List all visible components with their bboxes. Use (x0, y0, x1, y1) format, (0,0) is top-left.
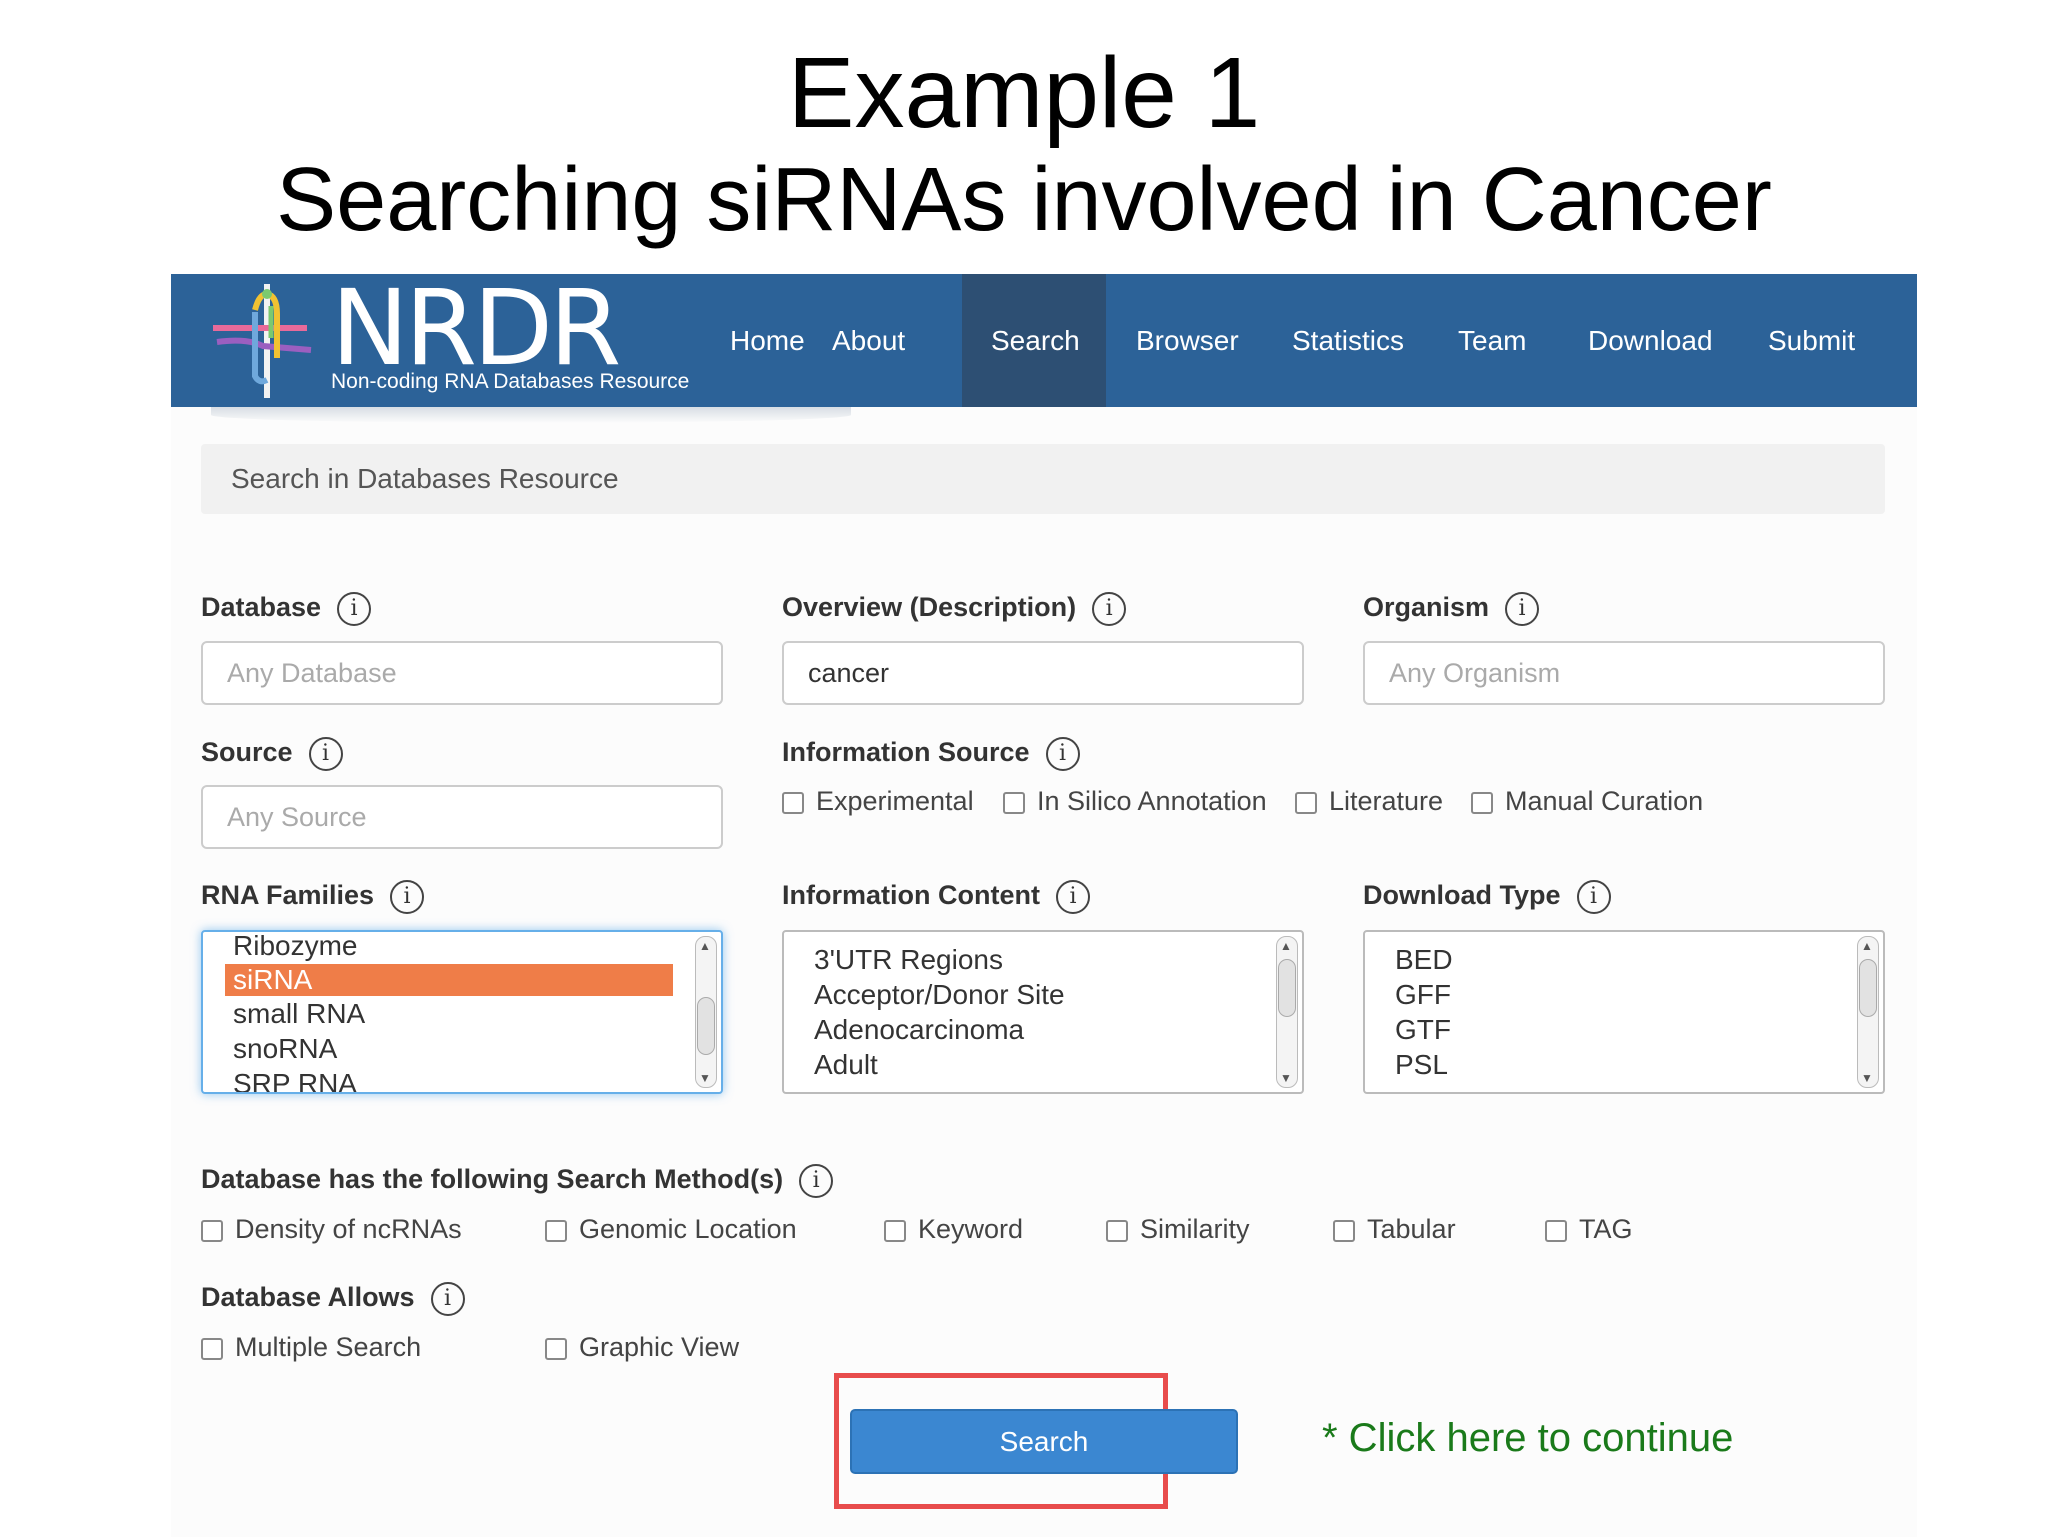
info-content-select[interactable]: 3'UTR Regions Acceptor/Donor Site Adenoc… (782, 930, 1304, 1094)
database-label: Database i (201, 592, 372, 626)
scroll-thumb[interactable] (1278, 959, 1296, 1017)
logo-shadow (211, 407, 851, 423)
option-acceptor-donor[interactable]: Acceptor/Donor Site (814, 979, 1065, 1011)
rna-families-select[interactable]: Ribozyme siRNA small RNA snoRNA SRP RNA … (201, 930, 723, 1094)
nav-submit[interactable]: Submit (1739, 274, 1884, 407)
search-button[interactable]: Search (850, 1409, 1238, 1474)
navbar: NRDR Non-coding RNA Databases Resource H… (171, 274, 1917, 407)
checkbox-graphic-view[interactable]: Graphic View (545, 1332, 739, 1363)
info-content-label: Information Content i (782, 880, 1090, 914)
checkbox-square[interactable] (782, 791, 804, 814)
slide-title: Example 1 (787, 37, 1261, 149)
breadcrumb-text: Search in Databases Resource (231, 463, 619, 494)
checkbox-tag[interactable]: TAG (1545, 1214, 1633, 1245)
scroll-thumb[interactable] (1859, 959, 1877, 1017)
option-srp-rna[interactable]: SRP RNA (233, 1068, 357, 1092)
option-psl[interactable]: PSL (1395, 1049, 1448, 1081)
scroll-down-icon[interactable]: ▼ (1280, 1072, 1292, 1084)
logo-tagline: Non-coding RNA Databases Resource (331, 370, 690, 393)
scroll-down-icon[interactable]: ▼ (699, 1072, 711, 1084)
checkbox-square[interactable] (1545, 1219, 1567, 1242)
nav-team[interactable]: Team (1429, 274, 1555, 407)
nav-about[interactable]: About (803, 274, 934, 407)
scroll-up-icon[interactable]: ▲ (1861, 940, 1873, 952)
info-icon[interactable]: i (337, 592, 372, 626)
scrollbar[interactable]: ▲ ▼ (695, 936, 717, 1088)
search-methods-label: Database has the following Search Method… (201, 1164, 834, 1198)
option-3utr[interactable]: 3'UTR Regions (814, 944, 1003, 976)
option-gtf[interactable]: GTF (1395, 1014, 1451, 1046)
info-icon[interactable]: i (1505, 592, 1540, 626)
checkbox-literature[interactable]: Literature (1295, 786, 1443, 817)
organism-label: Organism i (1363, 592, 1540, 626)
organism-input[interactable]: Any Organism (1363, 641, 1885, 705)
info-icon[interactable]: i (308, 737, 343, 771)
info-icon[interactable]: i (1576, 880, 1611, 914)
scroll-thumb[interactable] (697, 997, 715, 1055)
checkbox-square[interactable] (1333, 1219, 1355, 1242)
logo-text: NRDR (331, 267, 621, 389)
info-icon[interactable]: i (799, 1164, 834, 1198)
checkbox-square[interactable] (1471, 791, 1493, 814)
option-bed[interactable]: BED (1395, 944, 1453, 976)
checkbox-genomic-location[interactable]: Genomic Location (545, 1214, 797, 1245)
checkbox-square[interactable] (1003, 791, 1025, 814)
info-source-label: Information Source i (782, 737, 1080, 771)
overview-input[interactable]: cancer (782, 641, 1304, 705)
checkbox-density[interactable]: Density of ncRNAs (201, 1214, 462, 1245)
info-icon[interactable]: i (1045, 737, 1080, 771)
checkbox-similarity[interactable]: Similarity (1106, 1214, 1250, 1245)
checkbox-experimental[interactable]: Experimental (782, 786, 974, 817)
download-type-select[interactable]: BED GFF GTF PSL ▲ ▼ (1363, 930, 1885, 1094)
checkbox-square[interactable] (545, 1337, 567, 1360)
option-adenocarcinoma[interactable]: Adenocarcinoma (814, 1014, 1024, 1046)
checkbox-manual-curation[interactable]: Manual Curation (1471, 786, 1703, 817)
info-icon[interactable]: i (390, 880, 425, 914)
option-gff[interactable]: GFF (1395, 979, 1451, 1011)
checkbox-square[interactable] (201, 1337, 223, 1360)
nav-download[interactable]: Download (1559, 274, 1742, 407)
overview-label: Overview (Description) i (782, 592, 1127, 626)
allows-label: Database Allows i (201, 1282, 465, 1316)
database-input[interactable]: Any Database (201, 641, 723, 705)
checkbox-tabular[interactable]: Tabular (1333, 1214, 1456, 1245)
continue-annotation: * Click here to continue (1322, 1416, 1734, 1460)
scroll-down-icon[interactable]: ▼ (1861, 1072, 1873, 1084)
checkbox-square[interactable] (201, 1219, 223, 1242)
checkbox-square[interactable] (1106, 1219, 1128, 1242)
checkbox-multiple-search[interactable]: Multiple Search (201, 1332, 421, 1363)
slide-subtitle: Searching siRNAs involved in Cancer (276, 150, 1772, 250)
nav-browser[interactable]: Browser (1107, 274, 1268, 407)
checkbox-keyword[interactable]: Keyword (884, 1214, 1023, 1245)
option-snorna[interactable]: snoRNA (233, 1033, 337, 1065)
download-type-label: Download Type i (1363, 880, 1611, 914)
option-ribozyme[interactable]: Ribozyme (233, 932, 357, 962)
info-icon[interactable]: i (1055, 880, 1090, 914)
nrdr-screenshot: NRDR Non-coding RNA Databases Resource H… (171, 274, 1917, 1537)
scrollbar[interactable]: ▲ ▼ (1276, 936, 1298, 1088)
nav-statistics[interactable]: Statistics (1263, 274, 1433, 407)
checkbox-in-silico[interactable]: In Silico Annotation (1003, 786, 1267, 817)
nav-search[interactable]: Search (962, 274, 1106, 407)
info-icon[interactable]: i (430, 1282, 465, 1316)
scrollbar[interactable]: ▲ ▼ (1857, 936, 1879, 1088)
checkbox-square[interactable] (545, 1219, 567, 1242)
option-sirna[interactable]: siRNA (225, 964, 673, 996)
option-small-rna[interactable]: small RNA (233, 998, 365, 1030)
source-label: Source i (201, 737, 343, 771)
rna-families-label: RNA Families i (201, 880, 425, 914)
checkbox-square[interactable] (1295, 791, 1317, 814)
scroll-up-icon[interactable]: ▲ (1280, 940, 1292, 952)
option-adult[interactable]: Adult (814, 1049, 878, 1081)
source-input[interactable]: Any Source (201, 785, 723, 849)
checkbox-square[interactable] (884, 1219, 906, 1242)
nrdr-logo-icon (213, 284, 312, 398)
info-icon[interactable]: i (1092, 592, 1127, 626)
scroll-up-icon[interactable]: ▲ (699, 940, 711, 952)
breadcrumb: Search in Databases Resource (201, 444, 1885, 514)
